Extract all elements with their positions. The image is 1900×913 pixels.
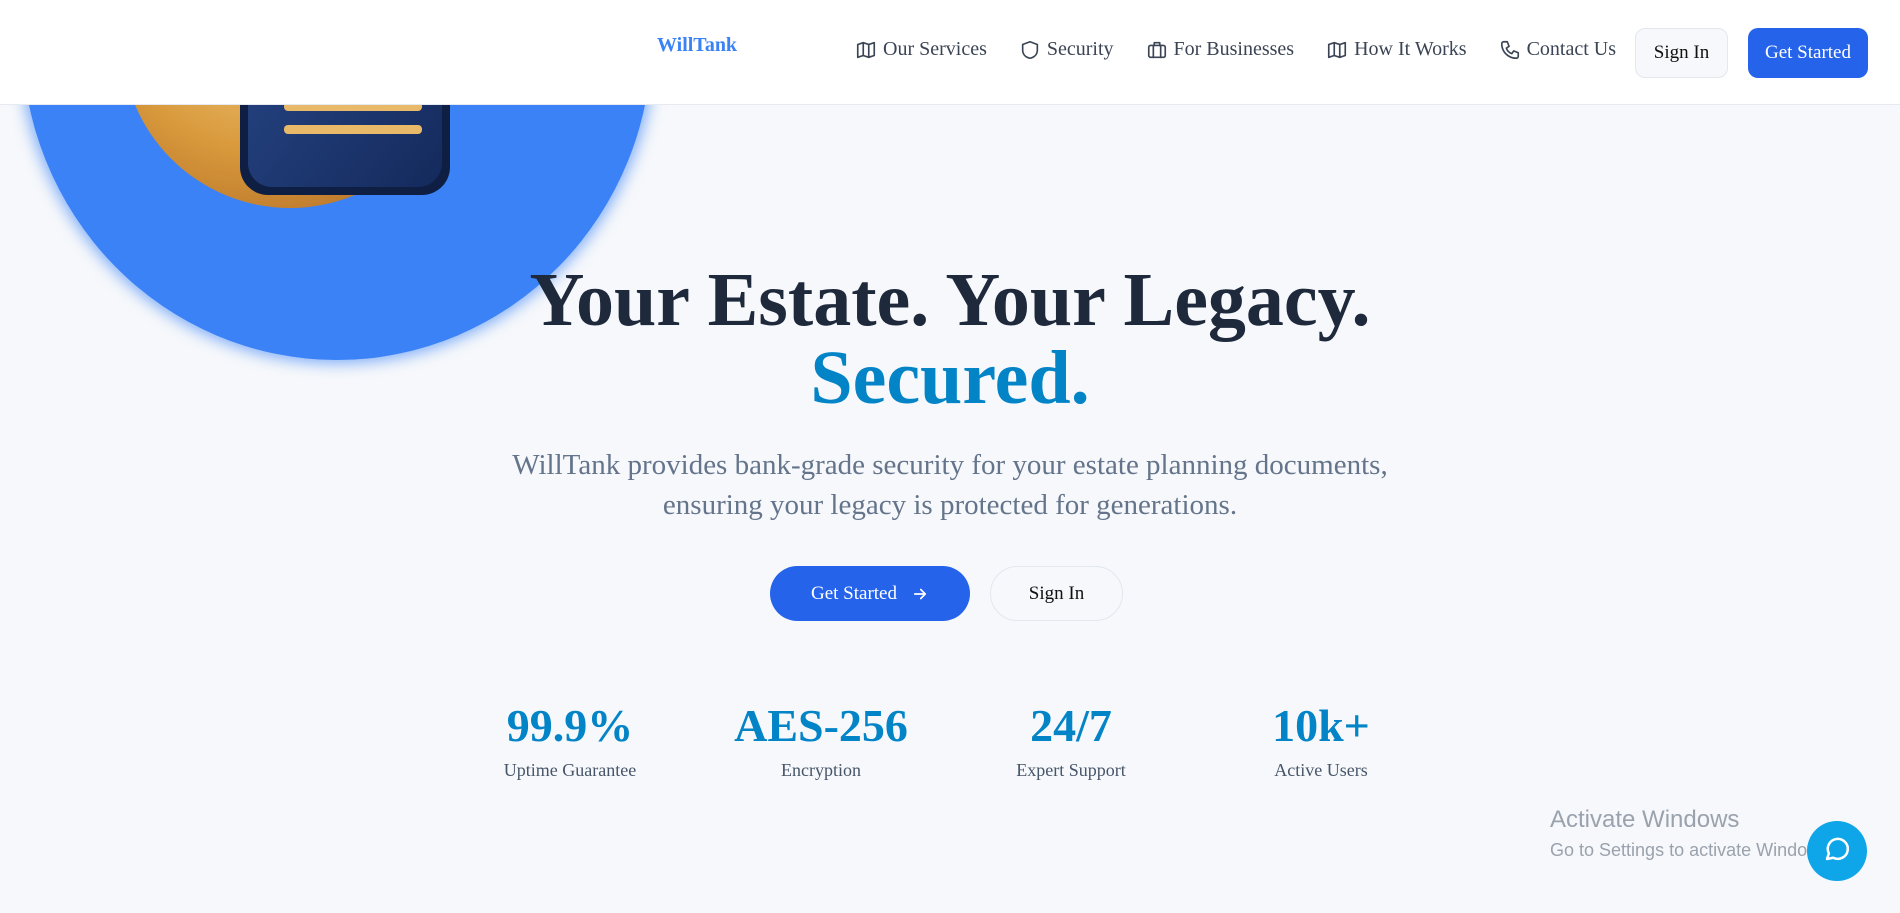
phone-icon bbox=[1499, 39, 1521, 61]
hero-subtitle-line: ensuring your legacy is protected for ge… bbox=[662, 489, 1238, 521]
shield-icon bbox=[1019, 39, 1041, 61]
chat-button[interactable] bbox=[1807, 821, 1867, 881]
stat-value: 99.9% bbox=[506, 700, 634, 751]
chat-bubble-icon bbox=[1822, 834, 1852, 869]
watermark-title: Activate Windows bbox=[1550, 806, 1740, 833]
stat-label: Expert Support bbox=[1016, 760, 1126, 780]
nav-item-label: Security bbox=[1046, 38, 1114, 60]
nav-item-label: Contact Us bbox=[1526, 38, 1616, 60]
watermark-subtitle: Go to Settings to activate Windows. bbox=[1550, 840, 1835, 860]
hero-get-started-button[interactable]: Get Started bbox=[770, 566, 970, 621]
nav-item-for-businesses[interactable]: For Businesses bbox=[1146, 38, 1295, 61]
stat-encryption: AES-256 Encryption bbox=[711, 700, 931, 781]
hero-title-highlight: Secured. bbox=[810, 336, 1090, 420]
nav-item-our-services[interactable]: Our Services bbox=[855, 38, 987, 61]
sign-in-button[interactable]: Sign In bbox=[1635, 28, 1728, 78]
stat-label: Active Users bbox=[1274, 760, 1368, 780]
site-header: WillTank Our Services Security For Busin… bbox=[0, 0, 1900, 105]
hero-get-started-label: Get Started bbox=[810, 582, 897, 604]
nav-item-label: Our Services bbox=[883, 38, 987, 60]
stat-label: Encryption bbox=[781, 760, 861, 780]
stat-support: 24/7 Expert Support bbox=[961, 700, 1181, 781]
get-started-button[interactable]: Get Started bbox=[1748, 28, 1868, 78]
main-nav: Our Services Security For Businesses How… bbox=[855, 38, 1648, 61]
stat-label: Uptime Guarantee bbox=[503, 760, 637, 780]
arrow-right-icon bbox=[911, 585, 929, 603]
stat-value: 24/7 bbox=[1030, 700, 1112, 751]
hero-sign-in-button[interactable]: Sign In bbox=[990, 566, 1123, 621]
activate-windows-watermark: Activate Windows Go to Settings to activ… bbox=[1550, 806, 1834, 861]
nav-item-how-it-works[interactable]: How It Works bbox=[1326, 38, 1467, 61]
nav-item-contact-us[interactable]: Contact Us bbox=[1499, 38, 1616, 61]
hero-subtitle: WillTank provides bank-grade security fo… bbox=[450, 445, 1450, 525]
nav-item-security[interactable]: Security bbox=[1019, 38, 1114, 61]
stat-uptime: 99.9% Uptime Guarantee bbox=[460, 700, 680, 781]
hero-subtitle-line: WillTank provides bank-grade security fo… bbox=[512, 449, 1388, 481]
stat-value: 10k+ bbox=[1272, 700, 1370, 751]
map-icon bbox=[1326, 39, 1348, 61]
stat-users: 10k+ Active Users bbox=[1211, 700, 1431, 781]
hero-title: Your Estate. Your Legacy. bbox=[529, 258, 1371, 342]
nav-item-label: How It Works bbox=[1354, 38, 1467, 60]
map-icon bbox=[855, 39, 877, 61]
briefcase-icon bbox=[1146, 39, 1168, 61]
nav-item-label: For Businesses bbox=[1173, 38, 1295, 60]
brand-logo[interactable]: WillTank bbox=[657, 34, 737, 57]
stat-value: AES-256 bbox=[734, 700, 908, 751]
